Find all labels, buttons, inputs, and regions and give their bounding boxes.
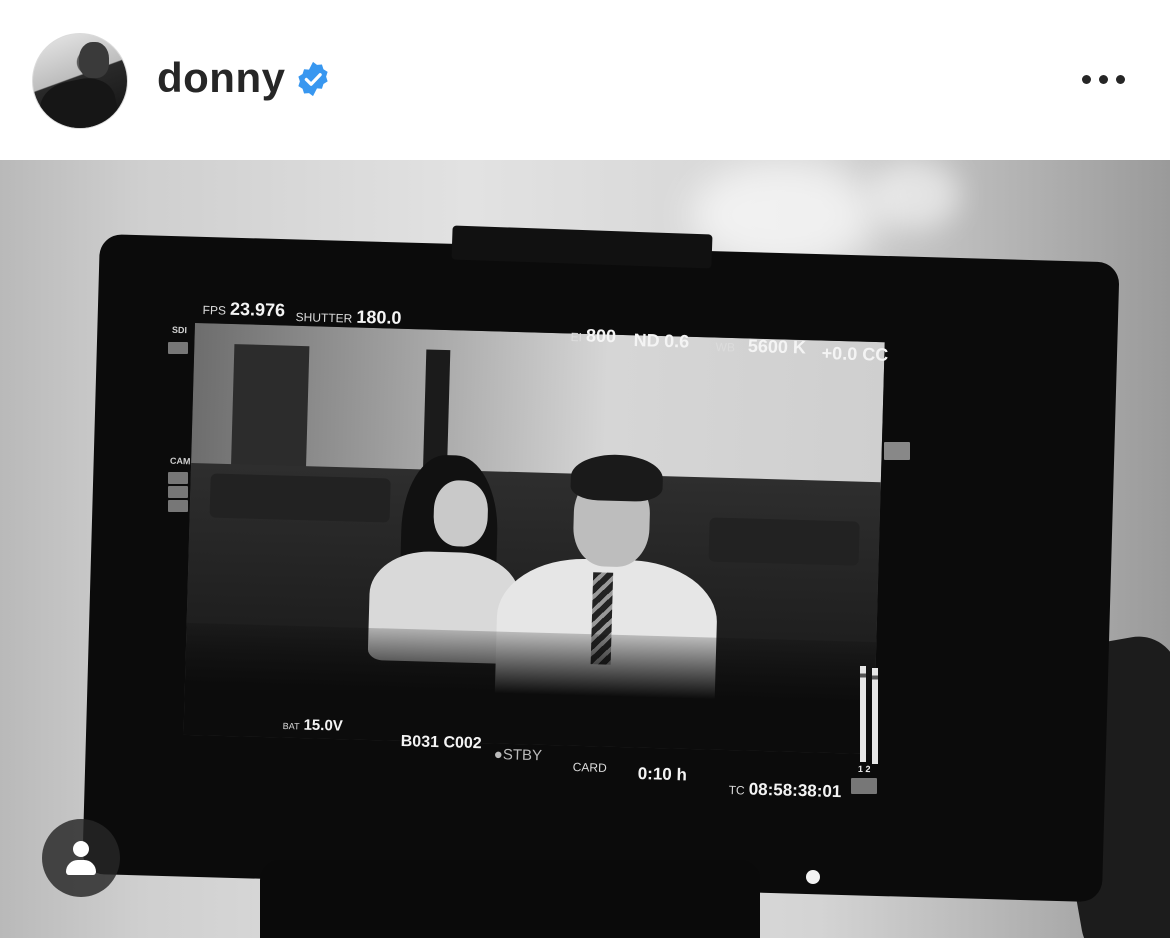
actress-face bbox=[432, 479, 489, 548]
tc-label: TC bbox=[728, 782, 745, 798]
nd-readout: ND 0.6 bbox=[633, 330, 689, 353]
cam-indicator bbox=[168, 486, 188, 498]
more-options-icon[interactable] bbox=[1078, 62, 1130, 96]
status-readout: ●STBY bbox=[493, 746, 543, 765]
audio-indicator bbox=[851, 778, 877, 794]
status-value: ●STBY bbox=[493, 746, 543, 765]
monitor-menu-icon bbox=[884, 442, 910, 460]
more-dot bbox=[1082, 75, 1091, 84]
bokeh-light bbox=[870, 160, 960, 230]
nd-value: 0.6 bbox=[663, 330, 690, 352]
ei-value: 800 bbox=[585, 325, 617, 347]
nd-label: ND bbox=[633, 330, 660, 351]
fps-label: FPS bbox=[202, 302, 227, 318]
bat-value: 15.0V bbox=[303, 716, 344, 735]
shutter-readout: SHUTTER 180.0 bbox=[295, 305, 401, 329]
tc-value: 08:58:38:01 bbox=[748, 779, 842, 802]
username-link[interactable]: donny bbox=[157, 52, 285, 104]
cam-indicator bbox=[168, 500, 188, 512]
audio-meter-labels: 1 2 bbox=[857, 763, 871, 775]
user-tag-body bbox=[66, 860, 96, 875]
clip-name: B031 C002 bbox=[400, 733, 482, 753]
card-value: 0:10 h bbox=[637, 764, 688, 785]
wb-readout: WB 5600 K bbox=[715, 335, 806, 359]
sdi-label: SDI bbox=[171, 324, 188, 336]
shutter-value: 180.0 bbox=[356, 306, 402, 328]
shutter-label: SHUTTER bbox=[295, 309, 353, 326]
avatar-body bbox=[35, 72, 123, 128]
ei-readout: EI 800 bbox=[570, 325, 616, 347]
cam-label: CAM bbox=[169, 455, 191, 467]
bat-label: BAT bbox=[282, 720, 300, 732]
cc-value: +0.0 CC bbox=[821, 343, 889, 365]
user-tag-icon[interactable] bbox=[42, 819, 120, 897]
cam-indicator bbox=[168, 472, 188, 484]
card-time-readout: 0:10 h bbox=[637, 764, 687, 785]
timecode-readout: TC 08:58:38:01 bbox=[728, 779, 841, 802]
card-label: CARD bbox=[572, 759, 607, 775]
wb-value: 5600 K bbox=[747, 335, 807, 358]
fps-value: 23.976 bbox=[229, 298, 286, 321]
ei-label: EI bbox=[570, 329, 583, 345]
user-tag-head bbox=[73, 841, 89, 857]
wb-label: WB bbox=[715, 339, 736, 355]
desk bbox=[708, 517, 860, 566]
sdi-indicator bbox=[168, 342, 188, 354]
monitor-stand bbox=[260, 860, 760, 938]
cc-readout: +0.0 CC bbox=[821, 343, 888, 366]
post-header: donny bbox=[0, 0, 1170, 160]
battery-readout: BAT 15.0V bbox=[282, 716, 343, 736]
clip-readout: B031 C002 bbox=[400, 733, 482, 753]
verified-badge-icon bbox=[298, 61, 328, 97]
avatar-head bbox=[79, 42, 109, 78]
audio-meter-1 bbox=[860, 666, 866, 762]
more-dot bbox=[1099, 75, 1108, 84]
card-readout: CARD bbox=[572, 758, 611, 777]
foreground-seats bbox=[183, 622, 877, 755]
desk bbox=[209, 473, 391, 523]
audio-meter-2 bbox=[872, 668, 878, 764]
fps-readout: FPS 23.976 bbox=[202, 298, 285, 321]
avatar[interactable] bbox=[32, 33, 128, 129]
monitor-screen bbox=[183, 323, 885, 755]
monitor-led bbox=[806, 870, 820, 884]
more-dot bbox=[1116, 75, 1125, 84]
